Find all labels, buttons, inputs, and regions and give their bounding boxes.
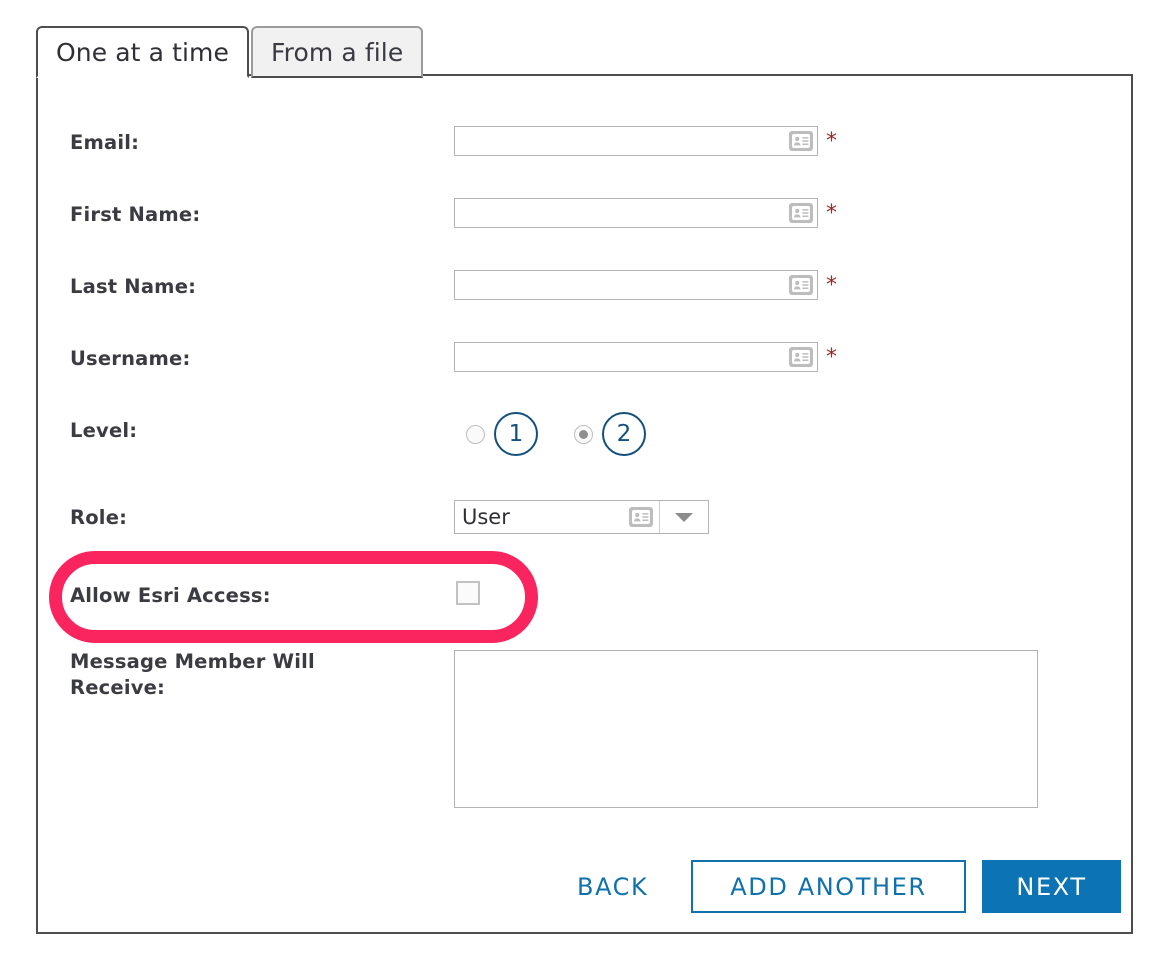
role-select[interactable]: User: [454, 500, 709, 534]
level-radio-1[interactable]: [466, 424, 485, 444]
message-label: Message Member Will Receive:: [70, 650, 315, 699]
level-radio-2[interactable]: [574, 424, 593, 444]
last-name-field-wrap[interactable]: [454, 270, 818, 300]
tab-from-a-file[interactable]: From a file: [250, 26, 424, 78]
contact-card-icon: [789, 131, 813, 151]
first-name-required-asterisk: *: [826, 201, 837, 226]
role-label: Role:: [70, 506, 128, 529]
username-required-asterisk: *: [826, 345, 837, 370]
allow-esri-access-label: Allow Esri Access:: [70, 584, 271, 607]
contact-card-icon: [789, 347, 813, 367]
add-another-button[interactable]: ADD ANOTHER: [691, 860, 966, 913]
username-input[interactable]: [455, 343, 817, 371]
level-radio-2-dot: [579, 429, 588, 439]
contact-card-icon: [789, 275, 813, 295]
email-input[interactable]: [455, 127, 817, 155]
last-name-required-asterisk: *: [826, 273, 837, 298]
contact-card-icon: [629, 507, 653, 527]
level-option-1-label: 1: [494, 412, 538, 456]
role-select-value: User: [462, 505, 510, 529]
level-option-1[interactable]: 1: [466, 412, 538, 456]
contact-card-icon: [789, 203, 813, 223]
level-option-2-label: 2: [602, 412, 646, 456]
email-label: Email:: [70, 131, 140, 154]
back-button[interactable]: BACK: [571, 872, 654, 902]
first-name-input[interactable]: [455, 199, 817, 227]
email-required-asterisk: *: [826, 129, 837, 154]
allow-esri-access-checkbox[interactable]: [456, 581, 480, 605]
add-members-dialog: One at a time From a file Email: * First…: [0, 0, 1166, 964]
tab-one-at-a-time[interactable]: One at a time: [36, 26, 249, 78]
next-button[interactable]: NEXT: [982, 860, 1121, 913]
form-content: Email: * First Name: * Last Name: * User…: [36, 74, 1133, 934]
tab-one-at-a-time-label: One at a time: [56, 37, 229, 67]
first-name-label: First Name:: [70, 203, 201, 226]
chevron-down-icon: [675, 512, 693, 522]
last-name-label: Last Name:: [70, 275, 197, 298]
email-field-wrap[interactable]: [454, 126, 818, 156]
level-label: Level:: [70, 419, 138, 442]
level-option-2[interactable]: 2: [574, 412, 646, 456]
message-textarea[interactable]: [454, 650, 1038, 808]
username-field-wrap[interactable]: [454, 342, 818, 372]
tab-strip: One at a time From a file: [36, 24, 424, 78]
tab-from-a-file-label: From a file: [270, 37, 404, 67]
last-name-input[interactable]: [455, 271, 817, 299]
first-name-field-wrap[interactable]: [454, 198, 818, 228]
username-label: Username:: [70, 347, 191, 370]
role-select-arrow[interactable]: [659, 501, 708, 533]
level-radio-group: 1 2: [466, 412, 646, 456]
